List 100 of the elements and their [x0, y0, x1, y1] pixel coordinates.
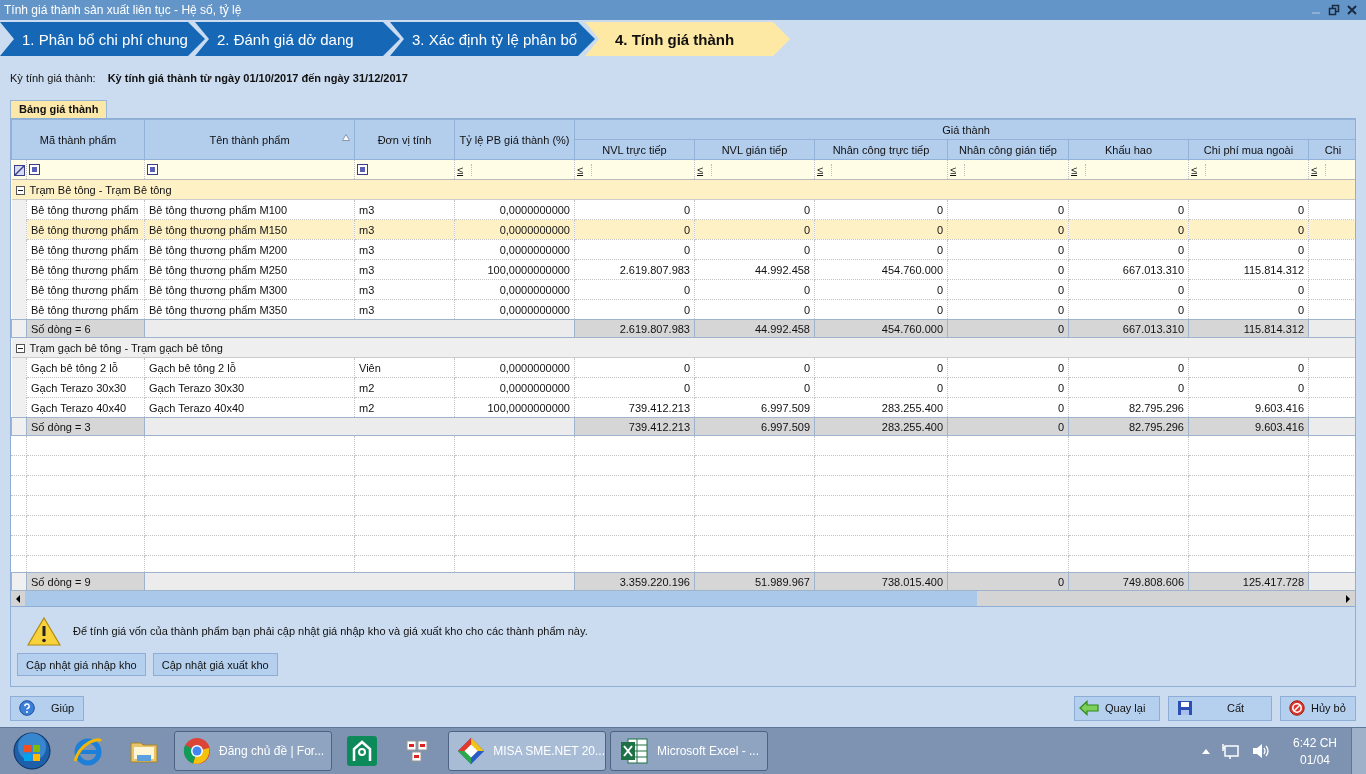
warning-icon [27, 616, 61, 646]
table-cell: 0 [1188, 377, 1309, 398]
table-cell: Bê tông thương phẩm M100 [144, 199, 355, 220]
table-row[interactable]: Gạch Terazo 30x30 Gạch Terazo 30x30 m2 0,0000000000 0 0 0 0 0 0 [11, 377, 1355, 398]
table-cell: 115.814.312 [1188, 259, 1309, 280]
warning-message: Để tính giá vốn của thành phẩm bạn phải cập nhật giá nhập kho và giá xuất kho cho các thành phẩm này. [73, 625, 588, 637]
sort-icon [342, 134, 350, 141]
table-row[interactable]: Bê tông thương phẩm Bê tông thương phẩm M150 m3 0,0000000000 0 0 0 0 0 0 [11, 219, 1355, 240]
table-cell: Bê tông thương phẩm M250 [144, 259, 355, 280]
filter-checkbox-icon[interactable] [357, 164, 368, 176]
scroll-right-icon[interactable] [1344, 594, 1352, 603]
summary-value: 739.412.213 [574, 417, 695, 436]
table-row[interactable]: Gạch bê tông 2 lỗ Gạch bê tông 2 lỗ Viên 0,0000000000 0 0 0 0 0 0 [11, 357, 1355, 378]
show-hidden-icons-icon[interactable] [1200, 747, 1211, 755]
table-cell: Bê tông thương phẩm [26, 279, 145, 300]
table-cell: 0 [947, 199, 1069, 220]
table-cell: 0 [694, 377, 815, 398]
tab[interactable]: Bảng giá thành [10, 100, 108, 118]
column-group-header: Giá thành [574, 119, 1355, 140]
group-label: Trạm Bê tông - Trạm Bê tông [29, 183, 172, 196]
group-row[interactable]: Trạm Bê tông - Trạm Bê tông [11, 180, 1355, 200]
summary-value: 44.992.458 [694, 319, 815, 338]
table-cell: Gạch Terazo 30x30 [26, 377, 145, 398]
filter-operator[interactable]: ≤ [577, 163, 592, 176]
table-cell: 454.760.000 [814, 259, 948, 280]
group-row[interactable]: Trạm gạch bê tông - Trạm gạch bê tông [11, 337, 1355, 358]
house-icon [346, 735, 378, 767]
filter-operator[interactable]: ≤ [950, 163, 965, 176]
filter-operator[interactable]: ≤ [1071, 163, 1086, 176]
table-cell: 0 [947, 279, 1069, 300]
group-label: Trạm gạch bê tông - Trạm gạch bê tông [29, 341, 223, 354]
summary-value: 51.989.967 [694, 572, 815, 591]
collapse-icon[interactable] [15, 344, 25, 354]
table-cell: 0 [574, 239, 695, 260]
table-cell: 0 [574, 377, 695, 398]
table-cell: 0 [814, 377, 948, 398]
filter-checkbox-icon[interactable] [147, 164, 158, 176]
column-header[interactable]: Tỷ lệ PB giá thành (%) [454, 119, 575, 160]
horizontal-scrollbar[interactable] [11, 591, 1355, 606]
table-cell: 0,0000000000 [454, 239, 575, 260]
back-arrow-icon [1079, 700, 1099, 716]
filter-operator[interactable]: ≤ [1311, 163, 1326, 176]
summary-value: 115.814.312 [1188, 319, 1309, 338]
save-button[interactable]: Cất [1168, 695, 1272, 721]
filter-operator[interactable]: ≤ [697, 163, 712, 176]
table-cell: Gạch Terazo 30x30 [144, 377, 355, 398]
table-cell: 0 [1188, 239, 1309, 260]
table-cell: 0,0000000000 [454, 279, 575, 300]
summary-value: 454.760.000 [814, 319, 948, 338]
collapse-icon[interactable] [15, 186, 25, 196]
filter-operator[interactable]: ≤ [817, 163, 832, 176]
cancel-button[interactable]: Hủy bỏ [1280, 695, 1356, 721]
column-header[interactable]: Tên thành phẩm [144, 119, 355, 160]
table-cell: 0,0000000000 [454, 377, 575, 398]
summary-label: Số dòng = 3 [26, 417, 145, 436]
table-cell: Bê tông thương phẩm M200 [144, 239, 355, 260]
summary-value: 82.795.296 [1068, 417, 1189, 436]
table-cell: 0 [574, 357, 695, 378]
speaker-icon[interactable] [1250, 742, 1271, 760]
wizard-step[interactable]: 1. Phân bổ chi phí chung [0, 22, 205, 56]
table-row[interactable]: Bê tông thương phẩm Bê tông thương phẩm M300 m3 0,0000000000 0 0 0 0 0 0 [11, 279, 1355, 300]
filter-checkbox-icon[interactable] [29, 164, 40, 176]
browser-icon [183, 737, 211, 765]
table-cell: 0 [1188, 199, 1309, 220]
column-header[interactable]: Đơn vị tính [354, 119, 455, 160]
summary-value: 125.417.728 [1188, 572, 1309, 591]
table-row[interactable]: Bê tông thương phẩm Bê tông thương phẩm M200 m3 0,0000000000 0 0 0 0 0 0 [11, 239, 1355, 260]
wizard-step[interactable]: 2. Đánh giá dở dang [195, 22, 400, 56]
summary-value: 3.359.220.196 [574, 572, 695, 591]
table-cell: Gạch bê tông 2 lỗ [26, 357, 145, 378]
table-cell: 44.992.458 [694, 259, 815, 280]
filter-operator[interactable]: ≤ [1191, 163, 1206, 176]
update-button[interactable]: Cập nhật giá nhập kho [17, 653, 146, 676]
clear-filter-icon[interactable] [13, 164, 25, 176]
help-button[interactable]: Giúp [10, 695, 84, 721]
spreadsheet-icon [619, 736, 649, 766]
table-cell: 0 [574, 199, 695, 220]
column-header[interactable]: Mã thành phẩm [11, 119, 145, 160]
scroll-thumb[interactable] [25, 591, 977, 606]
restore-icon[interactable] [1328, 4, 1340, 16]
wizard-step[interactable]: 4. Tính giá thành [585, 22, 790, 56]
table-cell: Bê tông thương phẩm [26, 199, 145, 220]
summary-label: Số dòng = 9 [26, 572, 145, 591]
table-cell: 0 [947, 239, 1069, 260]
update-button[interactable]: Cập nhật giá xuất kho [152, 653, 278, 676]
back-button[interactable]: Quay lại [1074, 695, 1160, 721]
table-cell: Viên [354, 357, 455, 378]
period-value: Kỳ tính giá thành từ ngày 01/10/2017 đến ngày 31/12/2017 [107, 72, 408, 84]
close-icon[interactable] [1346, 4, 1358, 16]
scroll-left-icon[interactable] [14, 594, 22, 603]
summary-label: Số dòng = 6 [26, 319, 145, 338]
filter-operator[interactable]: ≤ [457, 163, 472, 176]
table-cell: 0 [1188, 279, 1309, 300]
network-icon[interactable] [1220, 742, 1241, 760]
table-cell: 0 [1068, 239, 1189, 260]
table-cell: Bê tông thương phẩm [26, 239, 145, 260]
wizard-step[interactable]: 3. Xác định tỷ lệ phân bổ [390, 22, 595, 56]
table-cell: 0 [814, 357, 948, 378]
table-row[interactable]: Bê tông thương phẩm Bê tông thương phẩm M100 m3 0,0000000000 0 0 0 0 0 0 [11, 199, 1355, 220]
table-row[interactable]: Bê tông thương phẩm Bê tông thương phẩm M250 m3 100,0000000000 2.619.807.983 44.992.458 454.760.000 0 667.013.310 115.814.312 [11, 259, 1355, 280]
